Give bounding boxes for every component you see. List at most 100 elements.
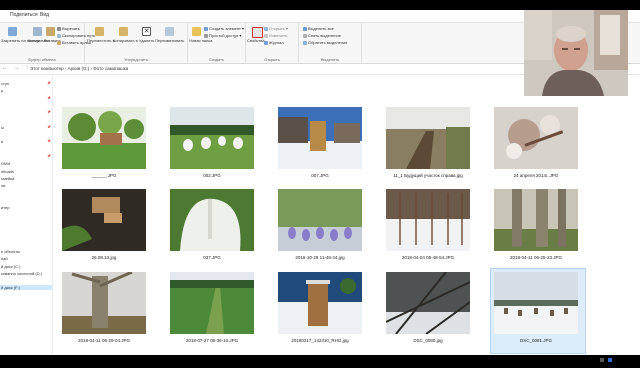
file-name[interactable]: 26.08.10.jpg xyxy=(52,255,156,260)
file-thumbnail[interactable] xyxy=(278,272,362,334)
nav-item[interactable]: ntloads xyxy=(1,169,14,174)
history-label: Журнал xyxy=(269,40,284,45)
pin-icon: 📌 xyxy=(47,110,51,115)
new-folder-icon xyxy=(192,27,201,36)
delete-button[interactable]: Удалить xyxy=(139,38,154,43)
select-none-icon xyxy=(303,33,307,38)
file-name[interactable]: DSC_0080.jpg xyxy=(376,338,480,343)
rename-button[interactable]: Переименовать xyxy=(155,38,184,43)
file-name[interactable]: 2018-04-04 05-48-54.JPG xyxy=(376,255,480,260)
nav-item[interactable]: в xyxy=(1,139,3,144)
invert-selection-icon xyxy=(303,40,307,45)
copy-icon xyxy=(33,27,42,36)
easy-access-button[interactable]: Простой доступ ▾ xyxy=(204,33,241,38)
invert-selection-button[interactable]: Обратить выделение xyxy=(303,40,348,45)
nav-item[interactable]: итер xyxy=(1,205,9,210)
nav-item[interactable]: й диск (С:) xyxy=(1,264,20,269)
paste-icon xyxy=(46,27,55,36)
nav-item[interactable]: е объекты xyxy=(1,249,20,254)
file-name[interactable]: 11_1 Будущий участок справа.jpg xyxy=(376,173,480,178)
file-thumbnail[interactable] xyxy=(385,271,471,335)
file-name[interactable]: DSC_0081.JPG xyxy=(484,338,588,343)
nav-item[interactable]: пай xyxy=(1,256,8,261)
nav-item[interactable]: ступ xyxy=(1,81,9,86)
new-item-icon xyxy=(204,26,208,31)
file-name[interactable]: 007.JPG xyxy=(268,173,372,178)
easy-access-label: Простой доступ xyxy=(209,33,239,38)
edit-button[interactable]: Изменить xyxy=(264,33,287,38)
history-icon xyxy=(264,40,268,45)
file-thumbnail[interactable] xyxy=(170,107,254,169)
open-button[interactable]: Открыть ▾ xyxy=(264,26,288,31)
nav-arrows[interactable]: ← → ↑ xyxy=(2,65,30,71)
open-label: Открыть xyxy=(269,26,285,31)
file-name[interactable]: 2018-07-27 06-36-10.JPG xyxy=(160,338,264,343)
nav-item[interactable]: й диск (F:) xyxy=(0,285,52,291)
select-all-button[interactable]: Выделить все xyxy=(303,26,334,31)
nav-item[interactable]: кованно сисесной (D:) xyxy=(1,271,42,276)
move-to-button[interactable]: Переместить в xyxy=(87,38,115,43)
file-name[interactable]: ______.JPG xyxy=(52,173,156,178)
nav-item[interactable]: ы xyxy=(1,125,4,130)
edit-label: Изменить xyxy=(269,33,288,38)
properties-icon xyxy=(252,27,263,38)
file-thumbnail[interactable] xyxy=(278,107,362,169)
new-item-button[interactable]: Создать элемент ▾ xyxy=(204,26,244,31)
file-name[interactable]: 2018-04-11 06-25-23.JPG xyxy=(484,255,588,260)
select-group: Выделить все Снять выделение Обратить вы… xyxy=(299,23,362,63)
new-group-label: Создать xyxy=(208,57,225,62)
file-name[interactable]: 24 апреля 2014г..JPG xyxy=(484,173,588,178)
new-folder-button[interactable]: Новая папка xyxy=(189,38,212,43)
file-thumbnail[interactable] xyxy=(386,189,470,251)
webcam-overlay xyxy=(524,10,628,96)
organize-group: Переместить в Копировать в ✕ Удалить Пер… xyxy=(85,23,188,63)
copy-to-button[interactable]: Копировать в xyxy=(113,38,138,43)
tab-share[interactable]: Поделиться xyxy=(10,12,38,18)
cut-label: Вырезать xyxy=(62,26,80,31)
webcam-image xyxy=(524,10,628,96)
properties-button[interactable]: Свойства xyxy=(247,38,265,43)
new-item-label: Создать элемент xyxy=(209,26,241,31)
rename-icon xyxy=(165,27,174,36)
nav-item[interactable]: ов xyxy=(1,183,5,188)
select-all-label: Выделить все xyxy=(308,26,334,31)
file-name[interactable]: 037.JPG xyxy=(160,255,264,260)
navigation-pane: ступ 📌 р 📌 📌 ы 📌 в 📌 📌 ОМИ ntloads смейки ов итер е объ… xyxy=(0,75,53,355)
nav-item[interactable]: ОМИ xyxy=(1,161,10,166)
file-name[interactable]: 20180317_142310_RHG.jpg xyxy=(268,338,372,343)
bottom-icons xyxy=(600,358,612,362)
cut-button[interactable]: Вырезать xyxy=(57,26,80,31)
pin-icon xyxy=(8,27,17,36)
file-thumbnail[interactable] xyxy=(62,107,146,169)
history-button[interactable]: Журнал xyxy=(264,40,284,45)
select-none-button[interactable]: Снять выделение xyxy=(303,33,341,38)
nav-item[interactable]: р xyxy=(1,88,3,93)
easy-access-icon xyxy=(204,33,208,38)
clipboard-group-label: Буфер обмена xyxy=(28,57,56,62)
file-thumbnail[interactable] xyxy=(494,107,578,169)
file-thumbnail[interactable] xyxy=(62,189,146,251)
copy-to-icon xyxy=(119,27,128,36)
file-thumbnail[interactable] xyxy=(278,189,362,251)
file-thumbnail[interactable] xyxy=(494,189,578,251)
open-icon xyxy=(264,26,268,31)
file-thumbnail[interactable] xyxy=(494,272,578,334)
file-thumbnail[interactable] xyxy=(386,107,470,169)
select-all-icon xyxy=(303,26,307,31)
invert-selection-label: Обратить выделение xyxy=(308,40,348,45)
breadcrumb[interactable]: Этот компьютер › Архив (G:) › Фото самоп… xyxy=(30,66,128,71)
paste-shortcut-icon xyxy=(57,40,61,45)
new-group: Новая папка Создать элемент ▾ Простой до… xyxy=(188,23,246,63)
open-group: Свойства Открыть ▾ Изменить Журнал Откры… xyxy=(246,23,299,63)
nav-item[interactable]: смейки xyxy=(1,176,14,181)
pin-icon: 📌 xyxy=(47,139,51,144)
copy-path-icon xyxy=(57,33,61,38)
file-name[interactable]: 2016-10-29 11-48-44.jpg xyxy=(268,255,372,260)
file-thumbnail[interactable] xyxy=(170,189,254,251)
organize-group-label: Упорядочить xyxy=(124,57,148,62)
file-name[interactable]: 2018-04-11 06-29-04.JPG xyxy=(52,338,156,343)
file-thumbnail[interactable] xyxy=(62,270,146,334)
file-name[interactable]: 002.JPG xyxy=(160,173,264,178)
file-thumbnail[interactable] xyxy=(170,272,254,334)
tab-view[interactable]: Вид xyxy=(40,12,49,18)
